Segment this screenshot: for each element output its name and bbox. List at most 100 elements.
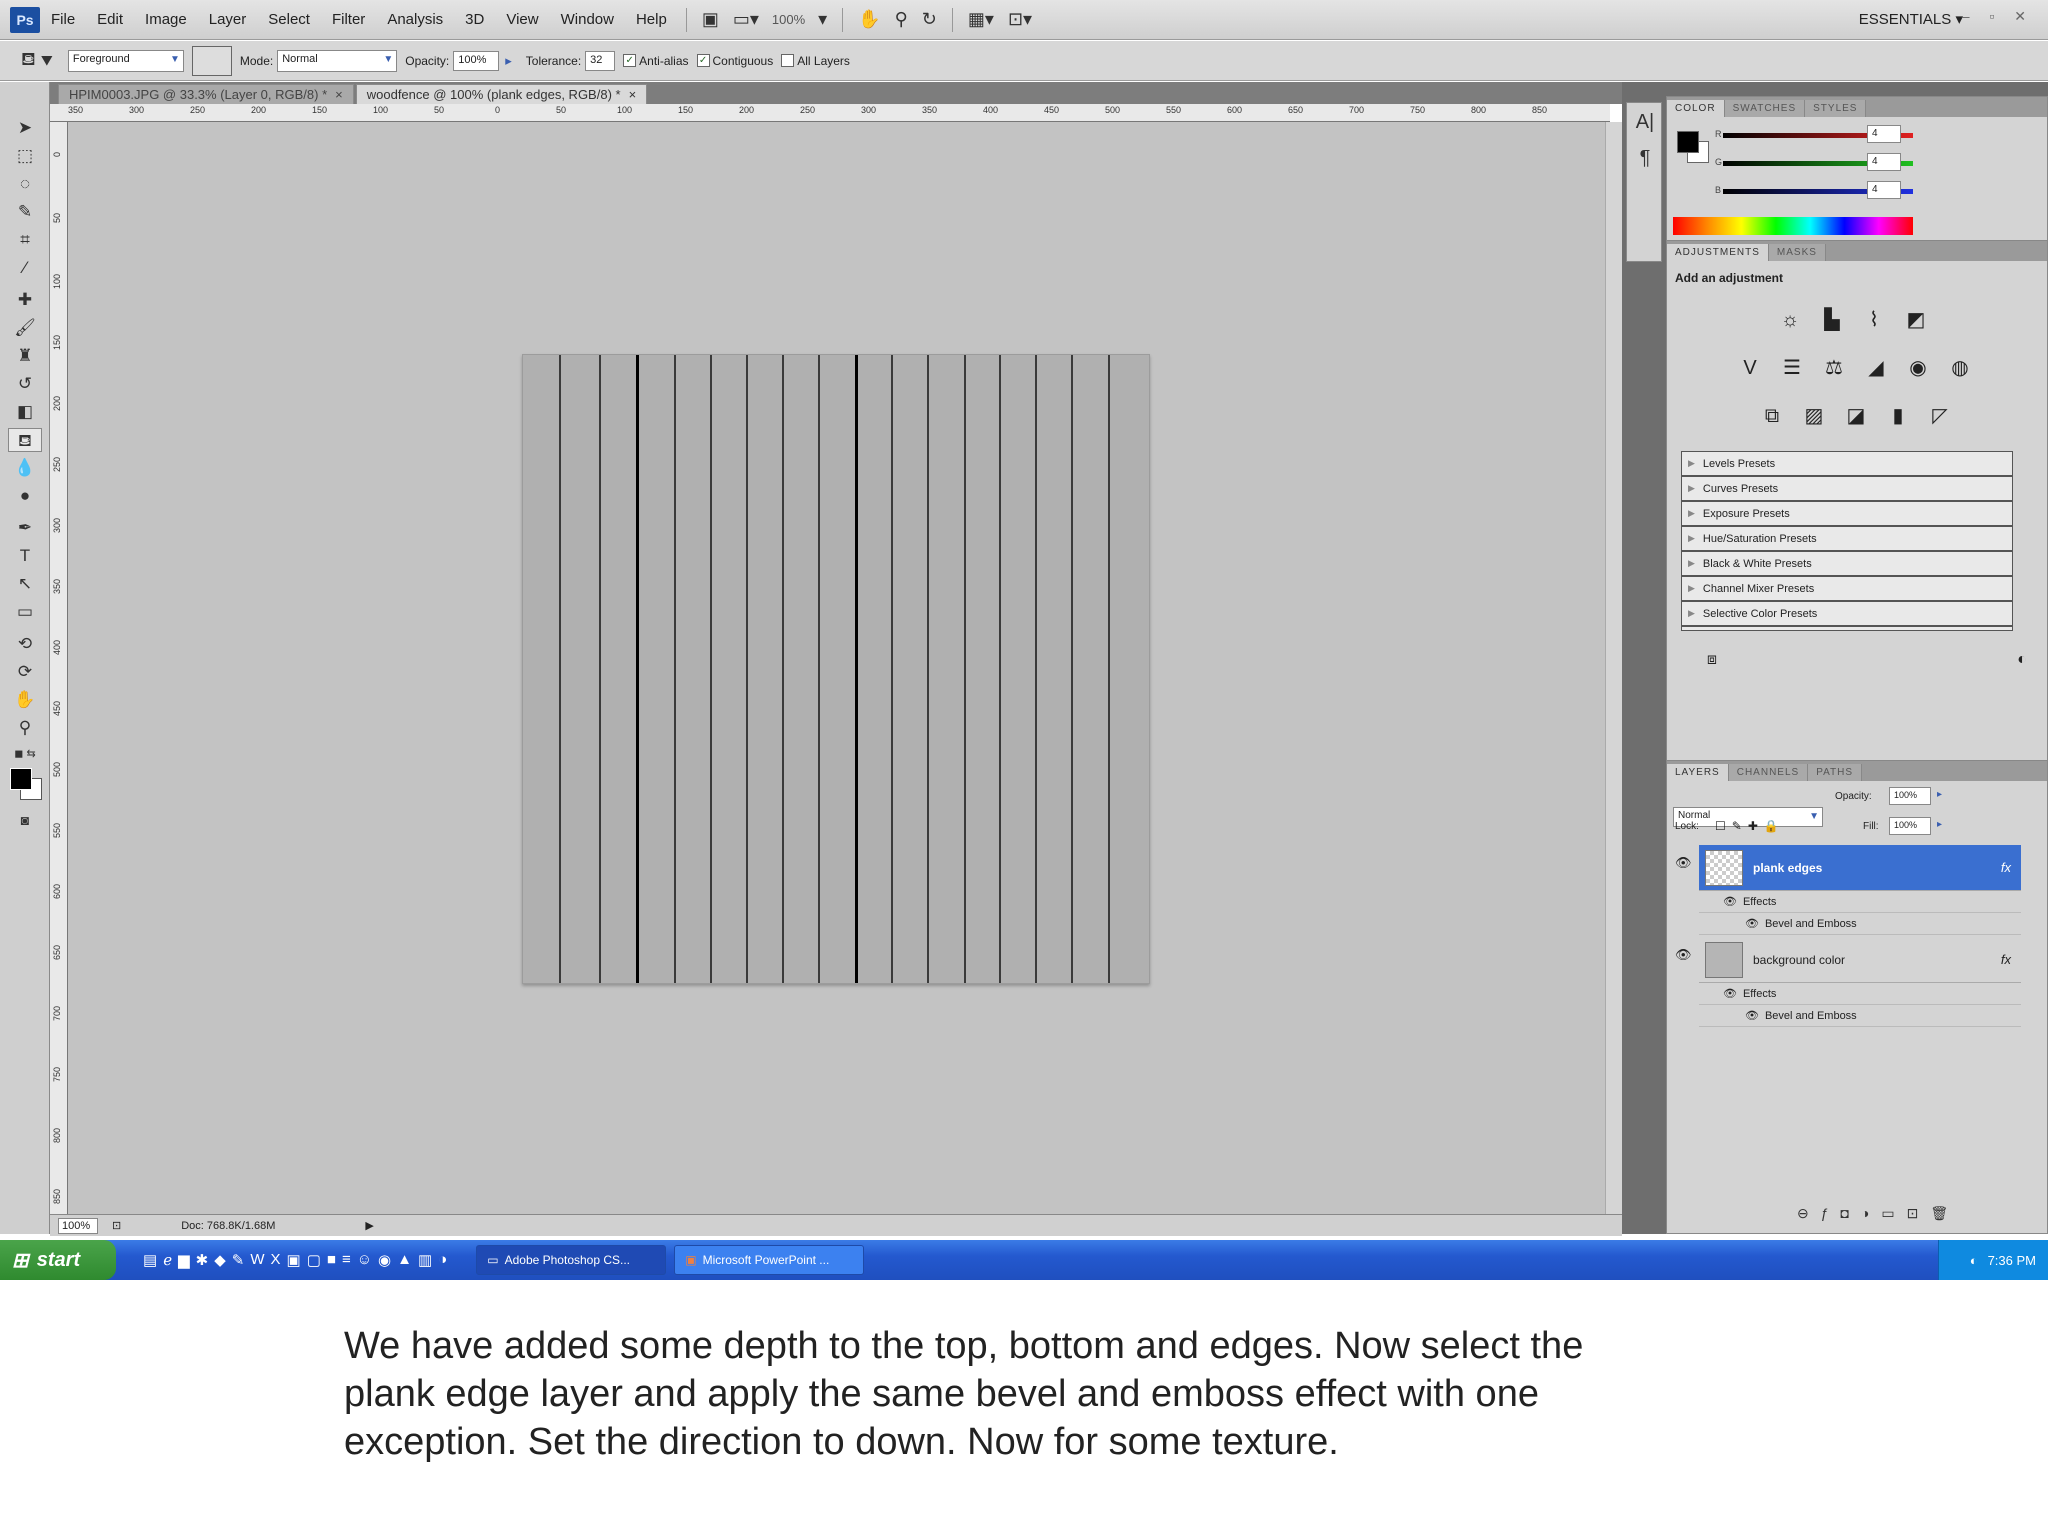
lock-icons[interactable]: ☐✎✚🔒 [1715,819,1785,833]
clock[interactable]: 7:36 PM [1988,1253,2036,1268]
rotate-view-icon[interactable]: ↻ [915,9,944,30]
selective-color-icon[interactable]: ◸ [1925,401,1955,431]
excel-icon[interactable]: X [271,1251,281,1269]
dodge-tool-icon[interactable]: ● [8,484,42,508]
layer-effects-row[interactable]: 👁 Effects [1699,983,2021,1005]
tab-document-2[interactable]: woodfence @ 100% (plank edges, RGB/8) * × [355,84,648,104]
path-selection-tool-icon[interactable]: ↖ [8,572,42,596]
marquee-tool-icon[interactable]: ⬚ [8,144,42,168]
layer-name[interactable]: plank edges [1753,861,1822,875]
word-icon[interactable]: W [250,1251,264,1269]
screen-mode-full-icon[interactable]: ⊡▾ [1001,9,1039,30]
menu-layer[interactable]: Layer [198,11,258,28]
eraser-tool-icon[interactable]: ◧ [8,400,42,424]
tolerance-field[interactable]: 32 [585,50,616,71]
app-icon[interactable]: ☺ [357,1251,372,1269]
app-icon[interactable]: ✎ [232,1251,245,1269]
crop-tool-icon[interactable]: ⌗ [8,228,42,252]
menu-3d[interactable]: 3D [454,11,495,28]
menu-file[interactable]: File [40,11,86,28]
folder-icon[interactable]: ▆ [178,1251,190,1269]
tab-swatches[interactable]: SWATCHES [1724,100,1806,117]
character-panel-icon[interactable]: A| [1633,111,1657,134]
launch-bridge-icon[interactable]: ▣ [695,9,726,30]
menu-analysis[interactable]: Analysis [376,11,454,28]
contiguous-checkbox[interactable]: ✓ [696,54,710,67]
status-menu-arrow-icon[interactable]: ▶ [365,1219,373,1232]
hand-tool-icon[interactable]: ✋ [8,688,42,712]
menu-select[interactable]: Select [257,11,321,28]
type-tool-icon[interactable]: T [8,544,42,568]
layer-opacity-slider-toggle[interactable]: ▸ [1937,789,1942,800]
preset-curves[interactable]: ▶ Curves Presets [1682,477,2012,502]
app-icon[interactable]: ◑ [438,1251,447,1269]
posterize-icon[interactable]: ▨ [1799,401,1829,431]
opacity-field[interactable]: 100% [453,50,500,71]
color-balance-icon[interactable]: ⚖ [1819,353,1849,383]
paragraph-panel-icon[interactable]: ¶ [1633,147,1657,170]
workspace-switcher[interactable]: ESSENTIALS ▾ [1859,10,1963,28]
wood-fence-image[interactable] [522,354,1150,984]
preset-black-white[interactable]: ▶ Black & White Presets [1682,552,2012,577]
show-desktop-icon[interactable]: ▤ [143,1251,157,1269]
threshold-icon[interactable]: ◪ [1841,401,1871,431]
pen-tool-icon[interactable]: ✒ [8,516,42,540]
brightness-contrast-icon[interactable]: ☼ [1775,305,1805,335]
tab-channels[interactable]: CHANNELS [1728,764,1809,781]
history-brush-tool-icon[interactable]: ↺ [8,372,42,396]
fill-source-select[interactable]: Foreground ▼ [67,49,184,72]
zoom-tool-icon[interactable]: ⚲ [888,9,915,30]
app-icon[interactable]: ▣ [287,1251,301,1269]
vertical-scrollbar[interactable] [1605,122,1622,1214]
tab-adjustments[interactable]: ADJUSTMENTS [1667,244,1769,261]
levels-icon[interactable]: ▙ [1817,305,1847,335]
close-icon[interactable]: × [335,87,343,102]
tab-color[interactable]: COLOR [1667,100,1725,117]
lasso-tool-icon[interactable]: ◌ [8,172,42,196]
window-controls[interactable]: – ▫ ✕ [1962,8,2034,25]
visibility-eye-icon[interactable]: 👁 [1723,895,1737,908]
mode-select[interactable]: Normal ▼ [277,49,398,72]
preset-channel-mixer[interactable]: ▶ Channel Mixer Presets [1682,577,2012,602]
app-icon[interactable]: ▥ [418,1251,432,1269]
zoom-dropdown-icon[interactable]: ▾ [811,9,834,30]
layers-footer-buttons[interactable]: ⊖ƒ◘◑▭⊡🗑 [1797,1205,1960,1222]
visibility-eye-icon[interactable]: 👁 [1745,917,1759,930]
app-icon[interactable]: ▲ [397,1251,412,1269]
photo-filter-icon[interactable]: ◉ [1903,353,1933,383]
move-tool-icon[interactable]: ➤ [8,116,42,140]
shape-tool-icon[interactable]: ▭ [8,600,42,624]
app-icon[interactable]: ◆ [214,1251,226,1269]
layer-effect-row[interactable]: 👁 Bevel and Emboss [1699,1005,2021,1027]
visibility-eye-icon[interactable]: 👁 [1675,947,1692,963]
swap-colors-icon[interactable]: ◼ ⇆ [8,742,42,766]
fx-icon[interactable]: fx [2001,860,2011,875]
task-powerpoint[interactable]: ▣ Microsoft PowerPoint ... [674,1245,865,1275]
tab-styles[interactable]: STYLES [1805,100,1867,117]
layer-effect-row[interactable]: 👁 Bevel and Emboss [1699,913,2021,935]
3d-orbit-tool-icon[interactable]: ⟳ [8,660,42,684]
task-photoshop[interactable]: ▭ Adobe Photoshop CS... [476,1245,667,1275]
clip-to-layer-icon[interactable]: ⧈ [1697,645,1727,675]
fx-icon[interactable]: fx [2001,952,2011,967]
foreground-color-swatch[interactable] [10,768,32,790]
close-icon[interactable]: × [629,87,637,102]
healing-brush-tool-icon[interactable]: ✚ [8,288,42,312]
blue-value[interactable]: 4 [1867,181,1901,199]
app-icon[interactable]: ≡ [342,1251,351,1269]
visibility-eye-icon[interactable]: 👁 [1745,1009,1759,1022]
volume-icon[interactable]: ◐ [1970,1253,1978,1268]
preset-levels[interactable]: ▶ Levels Presets [1682,452,2012,477]
invert-icon[interactable]: ⧉ [1757,401,1787,431]
zoom-tool-icon[interactable]: ⚲ [8,716,42,740]
screen-mode-icon[interactable]: ▭▾ [726,9,766,30]
layer-opacity-field[interactable]: 100% [1889,787,1931,805]
exposure-icon[interactable]: ◩ [1901,305,1931,335]
3d-rotate-tool-icon[interactable]: ⟲ [8,632,42,656]
hand-tool-icon[interactable]: ✋ [851,9,887,30]
pattern-picker[interactable] [191,45,232,76]
preset-exposure[interactable]: ▶ Exposure Presets [1682,502,2012,527]
preset-hue-saturation[interactable]: ▶ Hue/Saturation Presets [1682,527,2012,552]
app-icon[interactable]: ◉ [378,1251,391,1269]
color-spectrum[interactable] [1673,217,1913,235]
